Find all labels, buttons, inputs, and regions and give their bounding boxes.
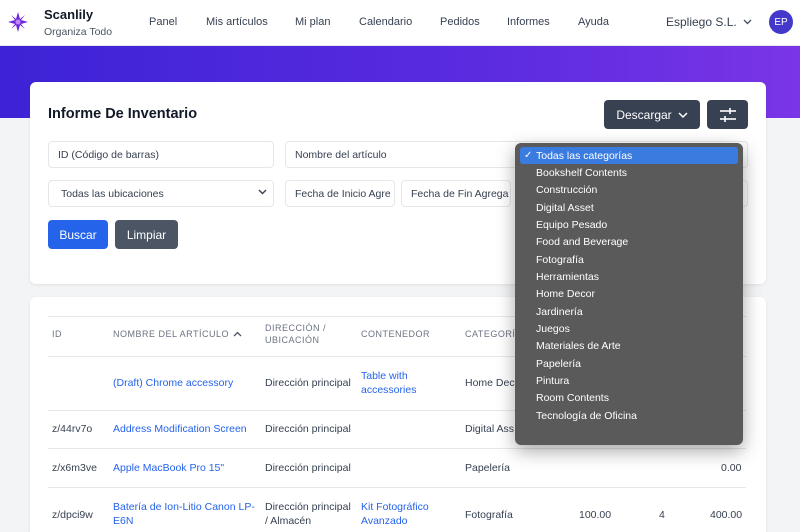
download-button-label: Descargar xyxy=(616,107,672,122)
category-option[interactable]: Food and Beverage xyxy=(515,233,743,250)
column-header-location[interactable]: DIRECCIÓN / UBICACIÓN xyxy=(265,322,326,346)
company-name: Espliego S.L. xyxy=(666,15,737,29)
id-cell: z/44rv7o xyxy=(52,423,93,435)
item-name-input[interactable]: Nombre del artículo xyxy=(285,141,525,168)
unit-value-cell: 100.00 xyxy=(579,509,612,521)
location-cell: Dirección principal xyxy=(265,377,351,389)
item-name-link[interactable]: Apple MacBook Pro 15" xyxy=(113,461,224,475)
column-header-location-line2: UBICACIÓN xyxy=(265,335,320,345)
barcode-id-input[interactable]: ID (Código de barras) xyxy=(48,141,274,168)
location-line2: / Almacén xyxy=(265,515,312,527)
filter-settings-button[interactable] xyxy=(707,100,748,129)
value-cell: 0.00 xyxy=(721,462,742,474)
nav-item-pedidos[interactable]: Pedidos xyxy=(440,16,480,28)
category-option[interactable]: Home Decor xyxy=(515,285,743,302)
container-link-line1: Table with xyxy=(361,370,408,382)
id-cell: z/dpci9w xyxy=(52,509,93,521)
category-option[interactable]: Digital Asset xyxy=(515,199,743,216)
total-value-cell: 400.00 xyxy=(710,509,743,521)
category-option[interactable]: Construcción xyxy=(515,181,743,198)
category-option[interactable]: Juegos xyxy=(515,320,743,337)
divider xyxy=(48,448,746,449)
item-name-line2: E6N xyxy=(113,515,134,527)
column-header-container[interactable]: CONTENEDOR xyxy=(361,328,430,340)
location-cell: Dirección principal xyxy=(265,462,351,474)
category-option[interactable]: Papelería xyxy=(515,355,743,372)
checkmark-icon: ✓ xyxy=(524,150,533,161)
category-option-todas[interactable]: ✓ Todas las categorías xyxy=(520,147,738,164)
item-name-link[interactable]: Address Modification Screen xyxy=(113,422,247,436)
category-option[interactable]: Materiales de Arte xyxy=(515,337,743,354)
category-dropdown-menu: ✓ Todas las categorías Bookshelf Content… xyxy=(515,143,743,445)
container-link-line1: Kit Fotográfico xyxy=(361,501,429,513)
category-option[interactable]: Equipo Pesado xyxy=(515,216,743,233)
chevron-down-icon xyxy=(743,19,752,25)
brand-name[interactable]: Scanlily xyxy=(44,7,93,22)
location-line1: Dirección principal xyxy=(265,501,351,513)
chevron-down-icon xyxy=(258,189,267,195)
nav-item-mis-articulos[interactable]: Mis artículos xyxy=(206,16,268,28)
category-cell: Fotografía xyxy=(465,509,513,521)
search-button[interactable]: Buscar xyxy=(48,220,108,249)
category-option[interactable]: Room Contents xyxy=(515,389,743,406)
nav-item-informes[interactable]: Informes xyxy=(507,16,550,28)
location-cell: Dirección principal xyxy=(265,423,351,435)
sparkle-logo-icon[interactable] xyxy=(8,12,28,32)
nav-item-panel[interactable]: Panel xyxy=(149,16,177,28)
location-cell: Dirección principal / Almacén xyxy=(265,500,351,528)
sort-ascending-icon xyxy=(233,331,242,337)
brand-tagline: Organiza Todo xyxy=(44,26,113,38)
category-cell: Digital Ass xyxy=(465,423,515,435)
category-option[interactable]: Fotografía xyxy=(515,251,743,268)
column-header-name[interactable]: NOMBRE DEL ARTÍCULO xyxy=(113,328,242,340)
category-cell: Home Deco xyxy=(465,377,521,389)
container-link[interactable]: Table with accessories xyxy=(361,369,416,397)
column-header-name-label: NOMBRE DEL ARTÍCULO xyxy=(113,329,230,339)
nav-item-ayuda[interactable]: Ayuda xyxy=(578,16,609,28)
container-link[interactable]: Kit Fotográfico Avanzado xyxy=(361,500,429,528)
page-title: Informe De Inventario xyxy=(48,106,198,122)
category-option[interactable]: Tecnología de Oficina xyxy=(515,407,743,424)
category-option[interactable]: Pintura xyxy=(515,372,743,389)
container-link-line2: accessories xyxy=(361,384,417,396)
chevron-down-icon xyxy=(678,111,688,118)
item-name-line1: Batería de Ion-Litio Canon LP- xyxy=(113,501,255,513)
top-navbar: Scanlily Organiza Todo Panel Mis artícul… xyxy=(0,0,800,46)
category-option-label: Todas las categorías xyxy=(536,149,633,162)
category-cell: Papelería xyxy=(465,462,510,474)
nav-item-mi-plan[interactable]: Mi plan xyxy=(295,16,330,28)
quantity-cell: 4 xyxy=(659,509,665,521)
clear-button[interactable]: Limpiar xyxy=(115,220,178,249)
nav-item-calendario[interactable]: Calendario xyxy=(359,16,412,28)
location-select[interactable]: Todas las ubicaciones xyxy=(48,180,274,207)
sliders-icon xyxy=(719,107,736,122)
column-header-id[interactable]: ID xyxy=(52,328,62,340)
id-cell: z/x6m3ve xyxy=(52,462,97,474)
item-name-link[interactable]: (Draft) Chrome accessory xyxy=(113,376,233,390)
download-button[interactable]: Descargar xyxy=(604,100,700,129)
end-date-input[interactable]: Fecha de Fin Agrega xyxy=(401,180,511,207)
category-option[interactable]: Bookshelf Contents xyxy=(515,164,743,181)
column-header-location-line1: DIRECCIÓN / xyxy=(265,323,327,333)
location-select-value: Todas las ubicaciones xyxy=(61,187,164,200)
item-name-link[interactable]: Batería de Ion-Litio Canon LP- E6N xyxy=(113,500,255,528)
avatar[interactable]: EP xyxy=(769,10,793,34)
category-option[interactable]: Herramientas xyxy=(515,268,743,285)
start-date-input[interactable]: Fecha de Inicio Agre xyxy=(285,180,395,207)
column-header-category[interactable]: CATEGORÍA xyxy=(465,328,522,340)
container-link-line2: Avanzado xyxy=(361,515,408,527)
divider xyxy=(48,487,746,488)
category-option[interactable]: Jardinería xyxy=(515,303,743,320)
account-switcher[interactable]: Espliego S.L. xyxy=(666,15,752,29)
